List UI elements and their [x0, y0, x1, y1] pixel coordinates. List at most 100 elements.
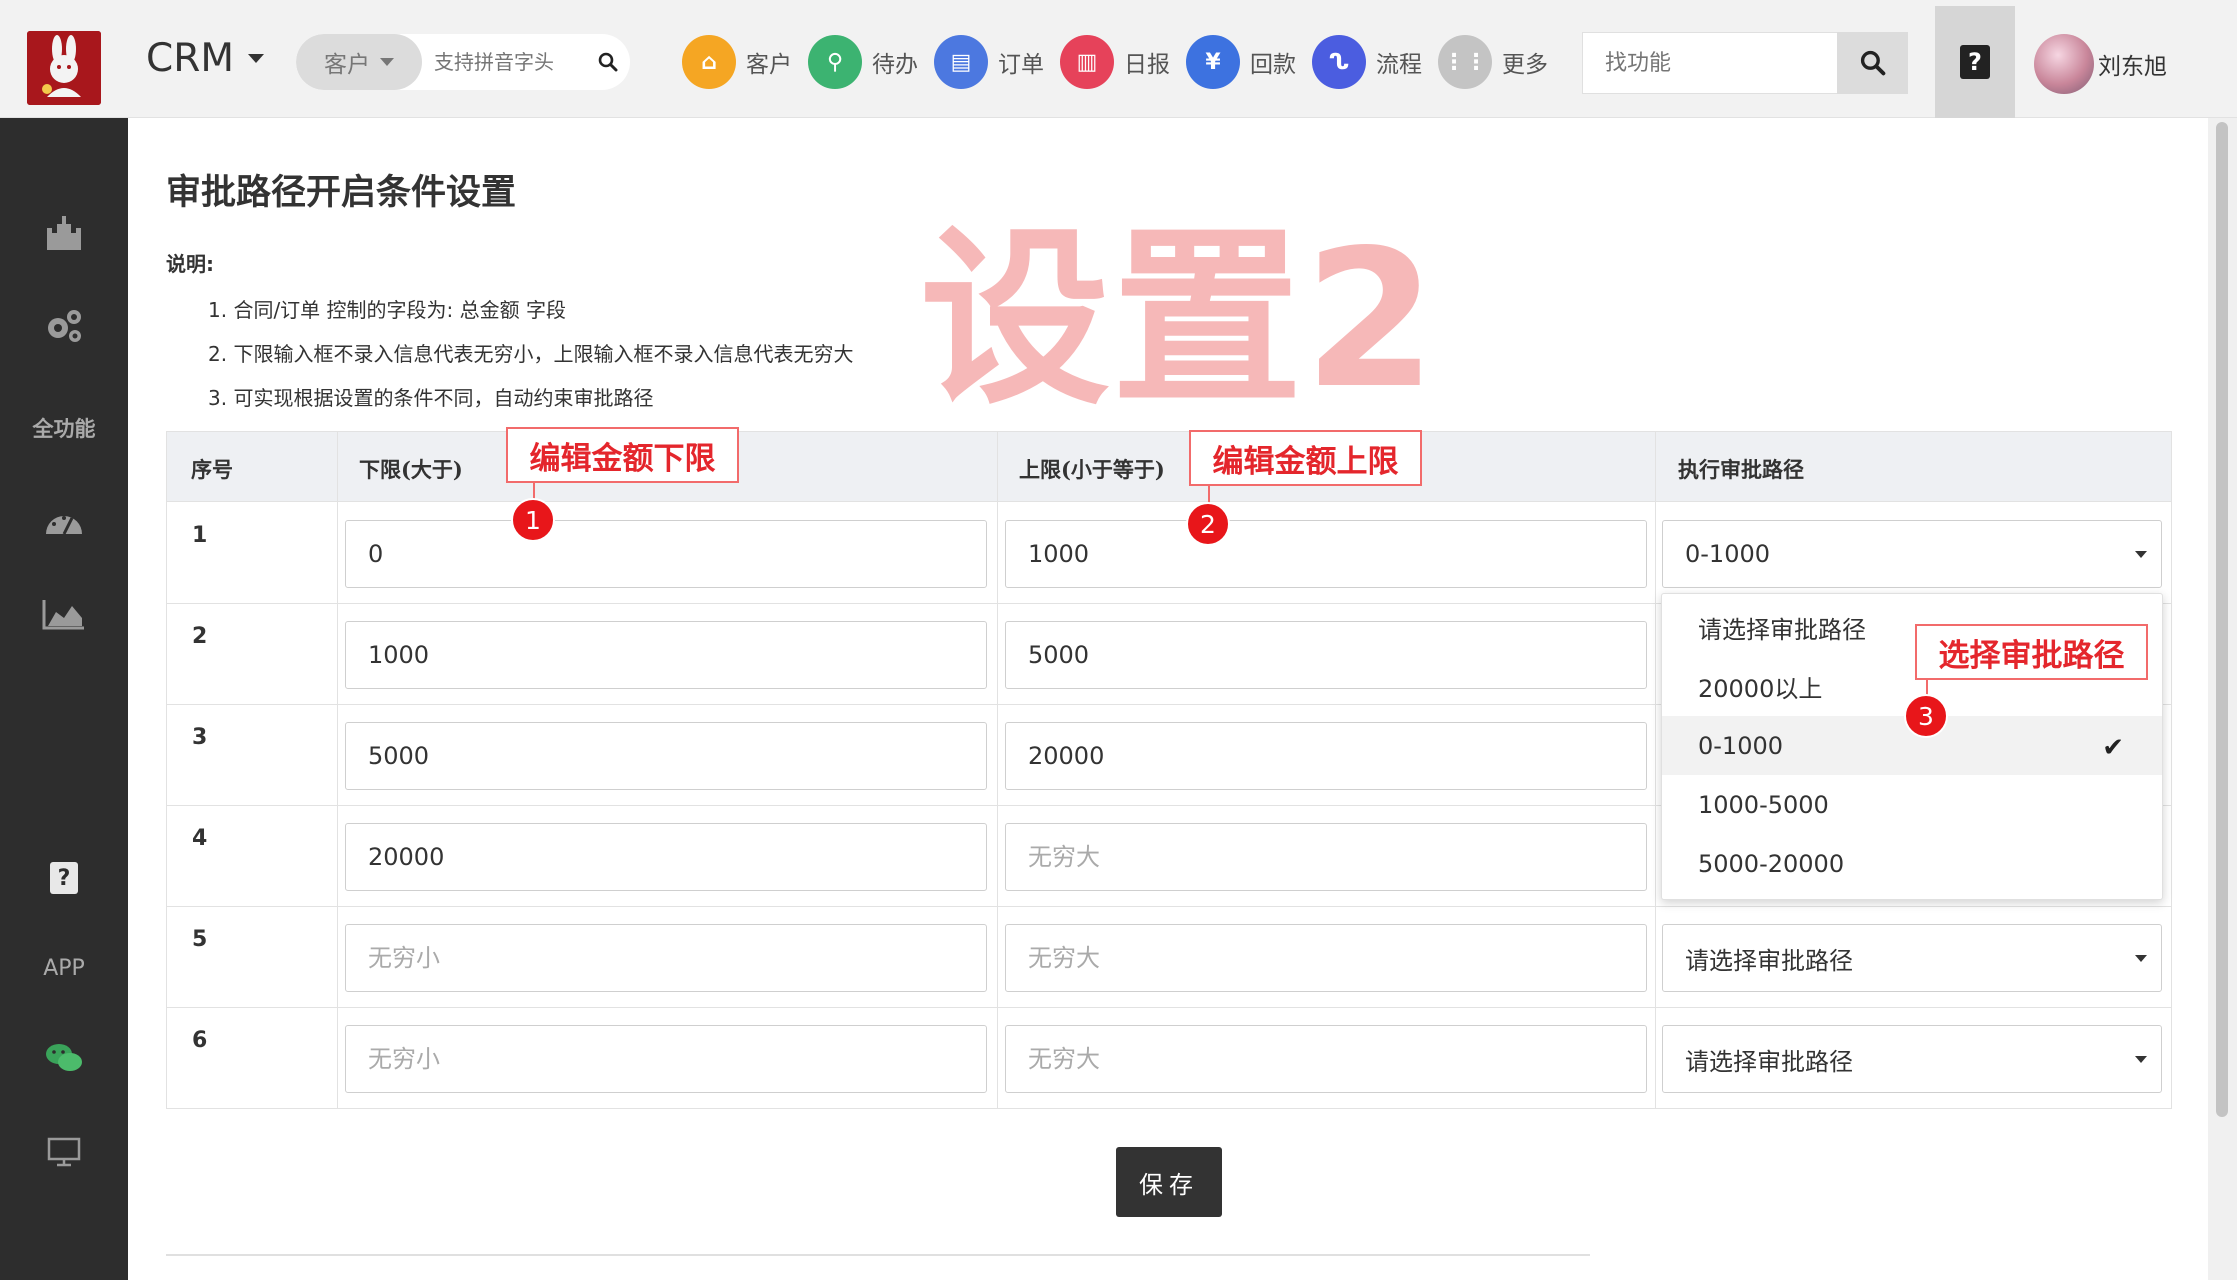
shortcut-label: 待办	[872, 52, 918, 78]
shortcut-flow[interactable]: ᔐ 流程	[1312, 34, 1422, 90]
search-scope-dropdown[interactable]: 客户	[296, 34, 422, 90]
help-button[interactable]: ?	[1935, 6, 2015, 118]
annotation-upper-limit: 编辑金额上限	[1189, 430, 1422, 486]
shortcut-label: 客户	[746, 52, 792, 78]
document-icon: ▤	[934, 35, 988, 89]
lower-limit-input[interactable]	[345, 722, 987, 790]
chevron-down-icon	[2135, 551, 2147, 558]
avatar	[2034, 34, 2094, 94]
approval-path-value: 0-1000	[1685, 540, 1771, 568]
save-button[interactable]: 保存	[1116, 1147, 1222, 1217]
shortcut-label: 更多	[1502, 52, 1548, 78]
castle-icon	[45, 214, 83, 254]
chevron-down-icon	[2135, 955, 2147, 962]
shortcut-walking-person[interactable]: ⚲ 待办	[808, 34, 918, 90]
area-chart-icon	[42, 598, 86, 634]
bank-icon: ⌂	[682, 35, 736, 89]
note-item: 1. 合同/订单 控制的字段为: 总金额 字段	[208, 298, 566, 322]
annotation-marker: 3	[1904, 694, 1948, 738]
help-icon: ?	[50, 862, 78, 894]
shortcut-label: 订单	[998, 52, 1044, 78]
annotation-marker: 2	[1186, 502, 1230, 546]
chevron-down-icon	[247, 54, 264, 63]
top-bar: CRM 客户 ⌂ 客户 ⚲ 待办 ▤ 订单 ▥ 日报 ¥ 回款 ᔐ 流程 ⋮⋮ 更多 ?	[0, 0, 2237, 118]
sidebar-item-desktop[interactable]	[0, 1124, 128, 1184]
shortcut-document[interactable]: ▤ 订单	[934, 34, 1044, 90]
divider	[166, 1254, 1590, 1256]
user-menu[interactable]: 刘东旭	[2034, 34, 2167, 94]
upper-limit-input[interactable]	[1005, 520, 1647, 588]
watermark-text: 设置2	[920, 209, 1439, 430]
report-icon: ▥	[1060, 35, 1114, 89]
app-window: CRM 客户 ⌂ 客户 ⚲ 待办 ▤ 订单 ▥ 日报 ¥ 回款 ᔐ 流程 ⋮⋮ 更多 ?	[0, 0, 2237, 1280]
note-item: 2. 下限输入框不录入信息代表无穷小，上限输入框不录入信息代表无穷大	[208, 342, 854, 366]
row-index: 1	[192, 523, 208, 548]
sidebar: 全功能 ? APP	[0, 118, 128, 1280]
sidebar-item-help[interactable]: ?	[0, 848, 128, 908]
upper-limit-input[interactable]	[1005, 621, 1647, 689]
shortcut-bank[interactable]: ⌂ 客户	[682, 34, 792, 90]
row-index: 3	[192, 725, 208, 750]
customer-search: 客户	[296, 34, 630, 90]
row-index: 5	[192, 927, 208, 952]
search-scope-label: 客户	[324, 52, 370, 78]
lower-limit-input[interactable]	[345, 924, 987, 992]
find-search-icon[interactable]	[1837, 32, 1908, 94]
annotation-approval-path: 选择审批路径	[1915, 624, 2148, 680]
upper-limit-input[interactable]	[1005, 722, 1647, 790]
wechat-icon	[45, 1042, 83, 1078]
annotation-lower-limit: 编辑金额下限	[506, 427, 739, 483]
dropdown-option[interactable]: 5000-20000	[1662, 834, 2162, 893]
checkmark-icon: ✔	[2102, 733, 2124, 763]
chevron-down-icon	[380, 58, 394, 66]
note-item: 3. 可实现根据设置的条件不同，自动约束审批路径	[208, 386, 654, 410]
grid-icon: ⋮⋮	[1438, 35, 1492, 89]
sidebar-item-wechat[interactable]	[0, 1030, 128, 1090]
header-path: 执行审批路径	[1678, 457, 1804, 482]
table-row: 5 请选择审批路径	[167, 907, 2171, 1008]
annotation-marker: 1	[511, 498, 555, 542]
app-label: APP	[43, 955, 85, 981]
shortcut-label: 回款	[1250, 52, 1296, 78]
page-title: 审批路径开启条件设置	[166, 173, 517, 213]
username: 刘东旭	[2098, 54, 2167, 80]
approval-path-value: 请选择审批路径	[1685, 1047, 1853, 1076]
dashboard-icon	[44, 504, 84, 540]
lower-limit-input[interactable]	[345, 1025, 987, 1093]
all-functions-label: 全功能	[32, 417, 96, 441]
approval-path-select[interactable]: 0-1000	[1662, 520, 2162, 588]
header-lower: 下限(大于)	[359, 457, 463, 482]
approval-path-select[interactable]: 请选择审批路径	[1662, 1025, 2162, 1093]
lower-limit-input[interactable]	[345, 520, 987, 588]
sidebar-item-app[interactable]: APP	[0, 938, 128, 998]
upper-limit-input[interactable]	[1005, 924, 1647, 992]
note-label: 说明:	[166, 252, 214, 276]
sidebar-item-dashboard[interactable]	[0, 492, 128, 552]
company-logo[interactable]	[27, 31, 101, 105]
shortcut-yen[interactable]: ¥ 回款	[1186, 34, 1296, 90]
walking-person-icon: ⚲	[808, 35, 862, 89]
lower-limit-input[interactable]	[345, 621, 987, 689]
crm-menu[interactable]: CRM	[146, 36, 264, 81]
row-index: 2	[192, 624, 208, 649]
search-icon[interactable]	[590, 44, 626, 80]
shortcut-bar: ⌂ 客户 ⚲ 待办 ▤ 订单 ▥ 日报 ¥ 回款 ᔐ 流程 ⋮⋮ 更多	[682, 34, 1564, 90]
sidebar-item-reports[interactable]	[0, 586, 128, 646]
table-row: 1 0-1000	[167, 503, 2171, 604]
header-index: 序号	[191, 457, 233, 482]
lower-limit-input[interactable]	[345, 823, 987, 891]
sidebar-item-home[interactable]	[0, 204, 128, 264]
flow-icon: ᔐ	[1312, 35, 1366, 89]
sidebar-item-all-functions[interactable]: 全功能	[0, 400, 128, 456]
shortcut-grid[interactable]: ⋮⋮ 更多	[1438, 34, 1548, 90]
search-input[interactable]	[434, 50, 584, 74]
dropdown-option[interactable]: 1000-5000	[1662, 775, 2162, 834]
row-index: 6	[192, 1028, 208, 1053]
upper-limit-input[interactable]	[1005, 823, 1647, 891]
sidebar-item-settings[interactable]	[0, 298, 128, 358]
brand-label: CRM	[146, 36, 234, 81]
upper-limit-input[interactable]	[1005, 1025, 1647, 1093]
shortcut-report[interactable]: ▥ 日报	[1060, 34, 1170, 90]
scrollbar-thumb[interactable]	[2216, 122, 2228, 1117]
approval-path-select[interactable]: 请选择审批路径	[1662, 924, 2162, 992]
